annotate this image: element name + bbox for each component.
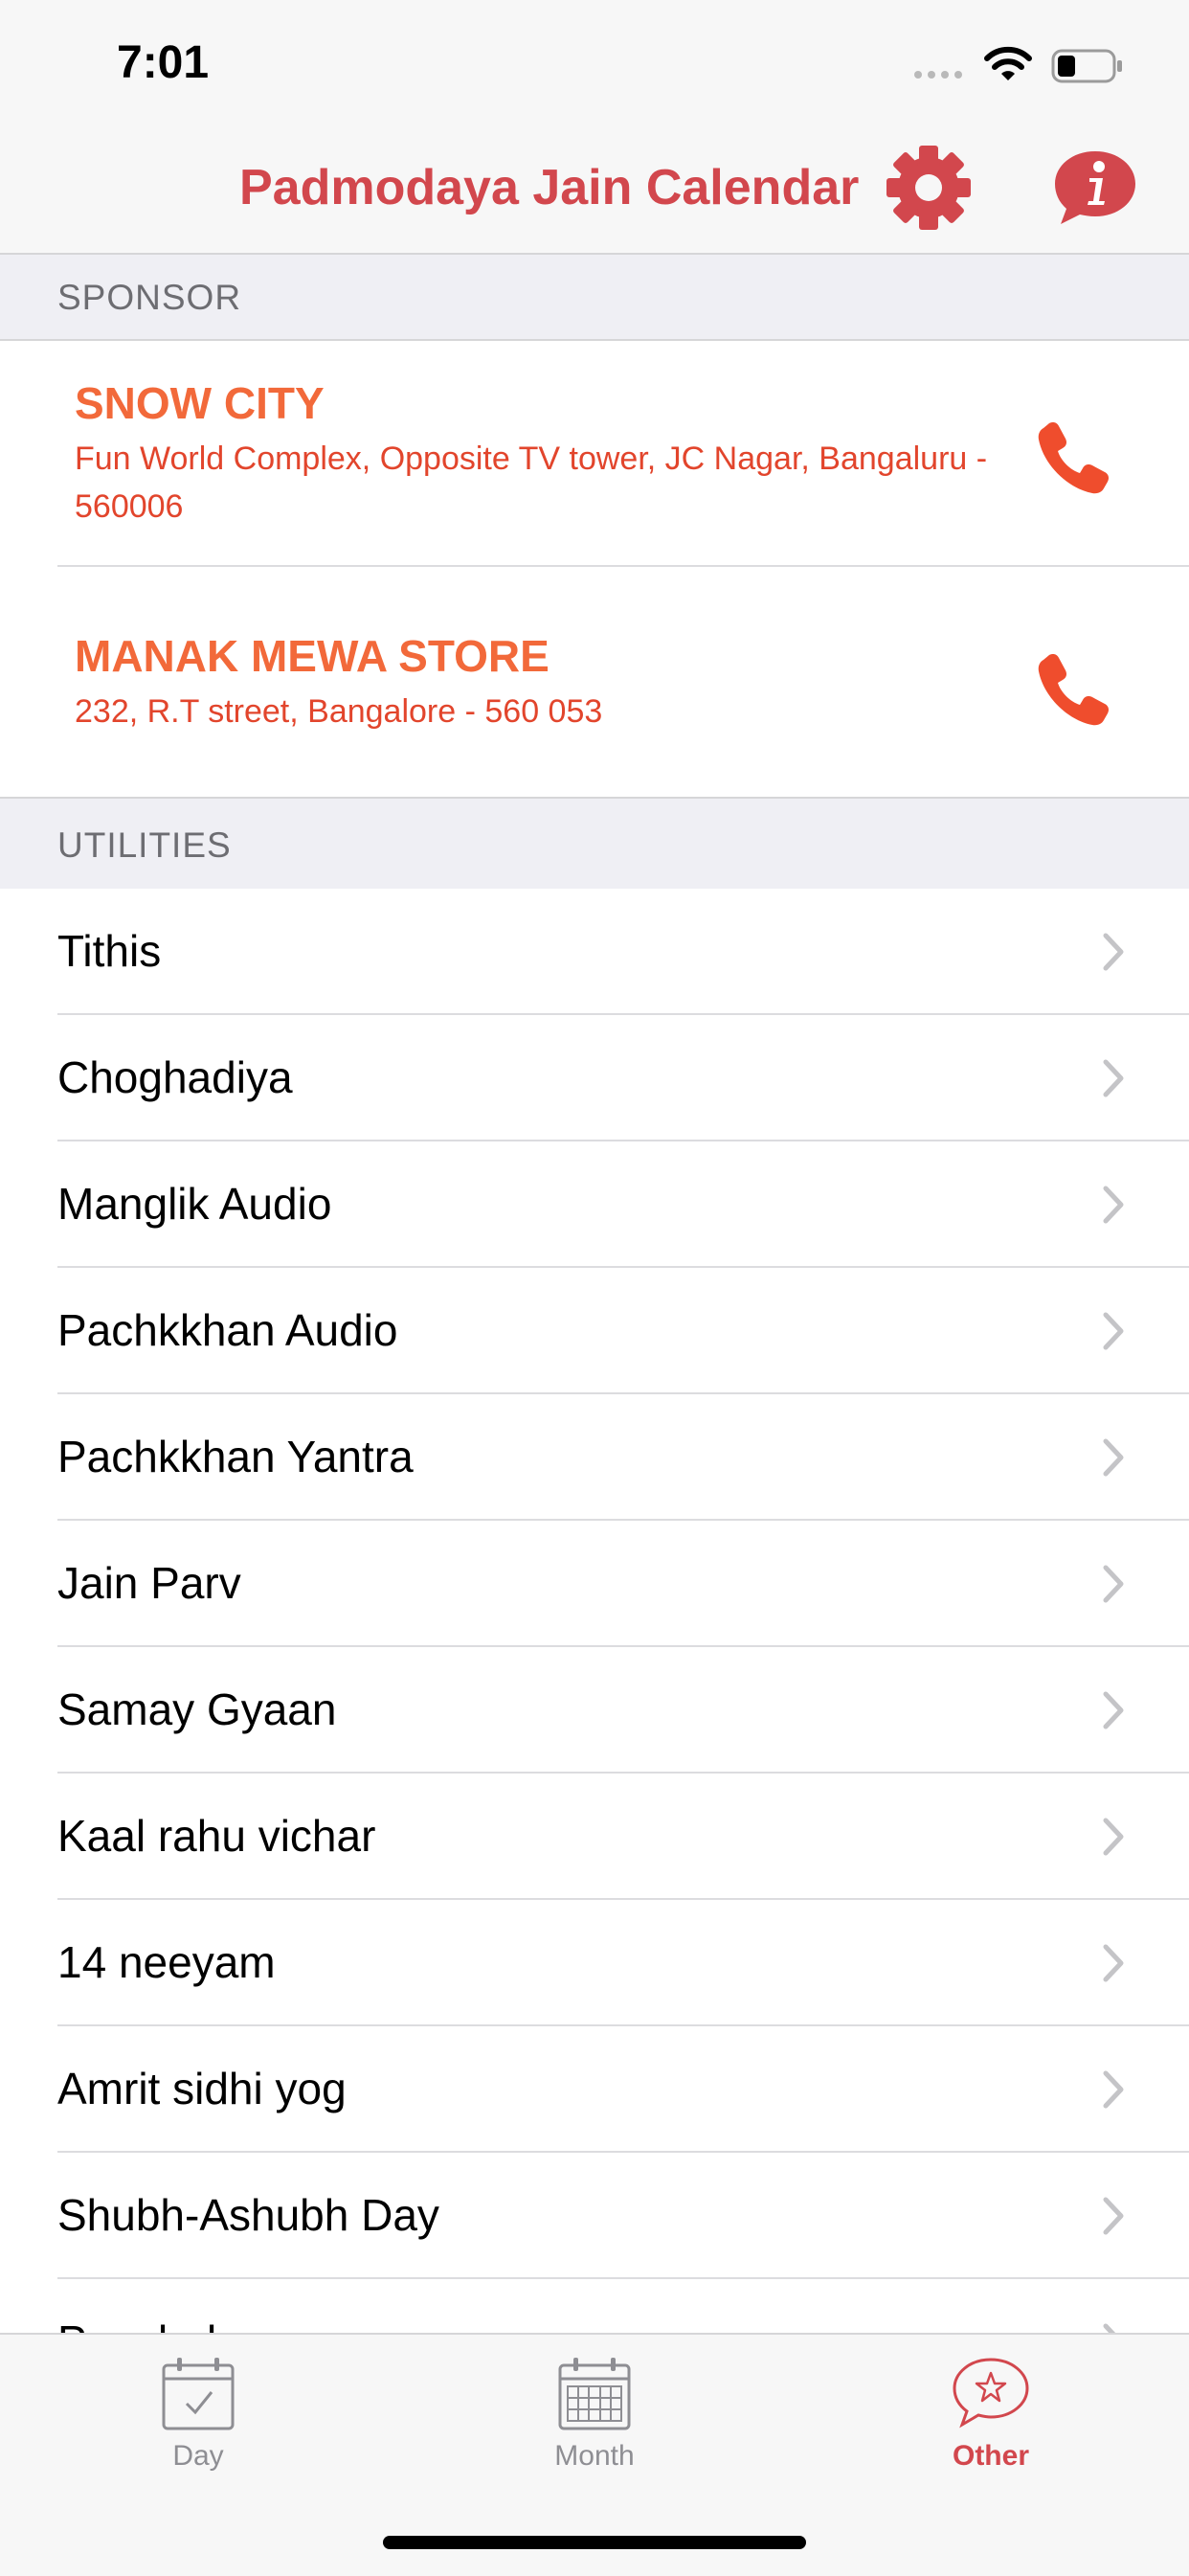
chevron-right-icon: [1103, 1438, 1124, 1477]
chevron-right-icon: [1103, 1059, 1124, 1097]
list-item-label: Kaal rahu vichar: [57, 1811, 376, 1861]
chevron-right-icon: [1103, 933, 1124, 971]
utilities-header-label: UTILITIES: [57, 825, 232, 865]
page-title: Padmodaya Jain Calendar: [239, 160, 860, 215]
sponsor-item-snow-city[interactable]: SNOW CITY Fun World Complex, Opposite TV…: [0, 341, 1189, 567]
sponsor-section-header: SPONSOR: [0, 255, 1189, 341]
list-item[interactable]: Manglik Audio: [0, 1141, 1189, 1268]
status-bar: 7:01: [0, 0, 1189, 126]
list-item[interactable]: 14 neeyam: [0, 1900, 1189, 2026]
list-item-label: 14 neeyam: [57, 1937, 276, 1987]
settings-gear-icon[interactable]: [881, 140, 976, 236]
chevron-right-icon: [1103, 2197, 1124, 2235]
cellular-signal-icon: [914, 71, 962, 79]
phone-call-icon[interactable]: [1036, 649, 1114, 728]
calendar-check-icon: [162, 2358, 235, 2430]
list-item[interactable]: Shubh-Ashubh Day: [0, 2153, 1189, 2279]
tab-other[interactable]: Other: [793, 2335, 1189, 2497]
list-item[interactable]: Samay Gyaan: [0, 1647, 1189, 1774]
chevron-right-icon: [1103, 1565, 1124, 1603]
list-item-label: Tithis: [57, 926, 162, 976]
chevron-right-icon: [1103, 1312, 1124, 1350]
list-item[interactable]: Kaal rahu vichar: [0, 1774, 1189, 1900]
list-item-label: Shubh-Ashubh Day: [57, 2190, 439, 2240]
status-time: 7:01: [117, 37, 210, 88]
chevron-right-icon: [1103, 1818, 1124, 1856]
chevron-right-icon: [1103, 1944, 1124, 1982]
utilities-list: Tithis Choghadiya Manglik Audio Pachkkhan A…: [0, 889, 1189, 2406]
tab-month[interactable]: Month: [396, 2335, 793, 2497]
list-item-label: Manglik Audio: [57, 1179, 332, 1229]
sponsor-name: MANAK MEWA STORE: [75, 631, 550, 681]
phone-call-icon[interactable]: [1036, 418, 1114, 496]
utilities-section-header: UTILITIES: [0, 797, 1189, 891]
sponsor-separator: [57, 565, 1189, 567]
sponsor-address: Fun World Complex, Opposite TV tower, JC…: [75, 441, 988, 525]
list-item-label: Pachkkhan Yantra: [57, 1432, 414, 1481]
chevron-right-icon: [1103, 1186, 1124, 1224]
chevron-right-icon: [1103, 2070, 1124, 2109]
list-item-label: Samay Gyaan: [57, 1684, 337, 1734]
tab-bar: Day Month Other: [0, 2333, 1189, 2576]
star-bubble-icon: [953, 2358, 1029, 2429]
sponsor-item-manak-mewa-store[interactable]: MANAK MEWA STORE 232, R.T street, Bangal…: [0, 569, 1189, 795]
list-item[interactable]: Jain Parv: [0, 1521, 1189, 1647]
sponsor-name: SNOW CITY: [75, 378, 325, 428]
calendar-grid-icon: [558, 2358, 631, 2430]
list-item-label: Choghadiya: [57, 1052, 293, 1102]
list-item[interactable]: Amrit sidhi yog: [0, 2026, 1189, 2153]
battery-icon: [1051, 49, 1122, 83]
list-item[interactable]: Tithis: [0, 889, 1189, 1015]
chevron-right-icon: [1103, 1691, 1124, 1729]
info-icon[interactable]: [1051, 147, 1139, 228]
list-item[interactable]: Choghadiya: [0, 1015, 1189, 1141]
tab-day[interactable]: Day: [0, 2335, 396, 2497]
list-item[interactable]: Pachkkhan Yantra: [0, 1394, 1189, 1521]
sponsor-address: 232, R.T street, Bangalore - 560 053: [75, 693, 603, 730]
home-indicator: [383, 2536, 806, 2549]
navigation-bar: Padmodaya Jain Calendar: [0, 126, 1189, 255]
sponsor-header-label: SPONSOR: [57, 278, 242, 317]
list-item-label: Jain Parv: [57, 1558, 241, 1608]
tab-other-label: Other: [952, 2440, 1029, 2472]
list-item[interactable]: Pachkkhan Audio: [0, 1268, 1189, 1394]
wifi-icon: [984, 46, 1032, 80]
list-item-label: Amrit sidhi yog: [57, 2064, 347, 2113]
tab-month-label: Month: [554, 2440, 635, 2472]
list-item-label: Pachkkhan Audio: [57, 1305, 398, 1355]
tab-day-label: Day: [172, 2440, 224, 2472]
